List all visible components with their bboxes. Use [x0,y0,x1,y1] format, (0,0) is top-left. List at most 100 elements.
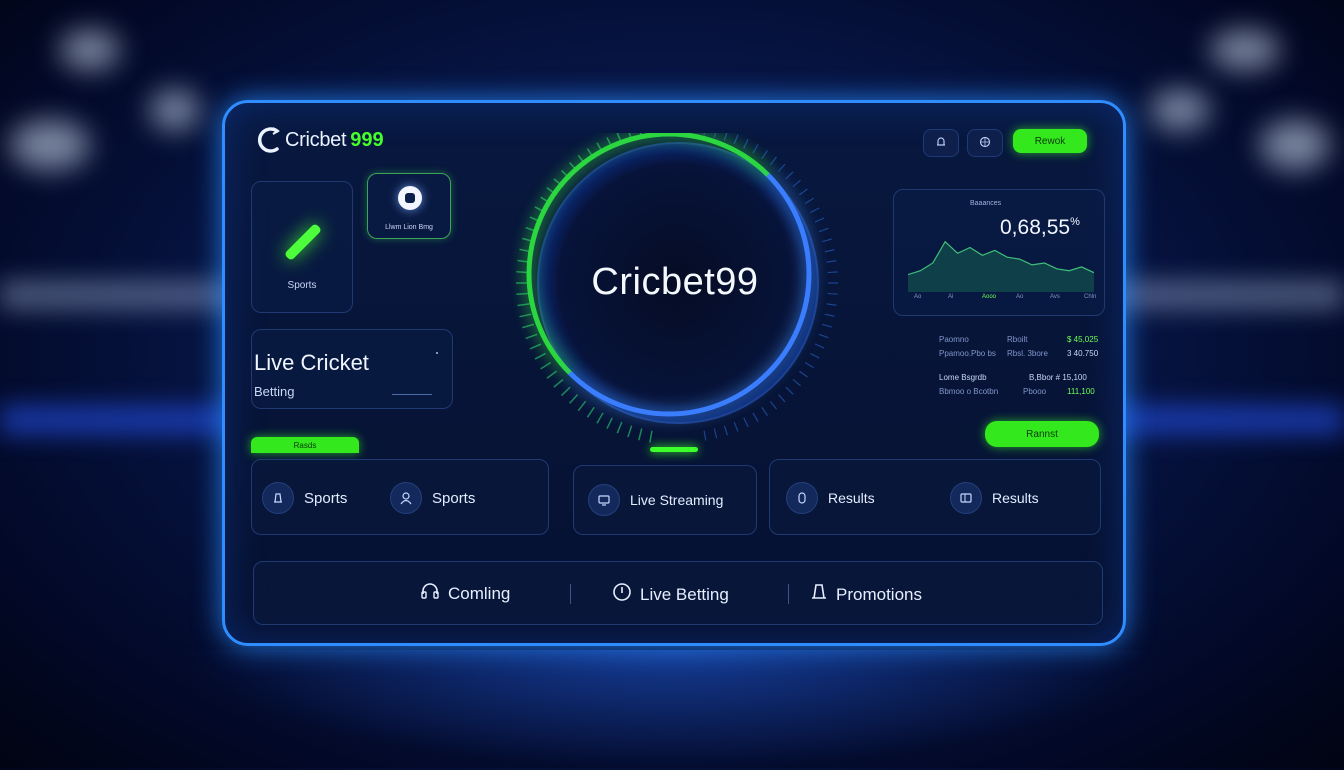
balance-area-chart [908,240,1094,292]
ring-tick [638,428,643,441]
ring-tick [733,421,739,432]
ring-tick [792,179,801,188]
ring-tick [525,333,538,340]
stat-r4-c2: Pbooo [1023,387,1047,396]
monitor-icon [588,484,620,516]
headset-icon [420,582,440,605]
main-panel: Cricbet 999 Rewok Sports Llwm Lion Bmg L… [222,100,1126,646]
ring-tick [596,412,604,424]
ring-tick [606,417,613,429]
ring-tick [769,156,777,166]
logo-c-icon [257,125,283,155]
ring-tick [814,343,825,349]
balance-chart-card[interactable]: Baaances 0,68,55% Ao Ai Aooo Ao Avs Chln [893,189,1105,316]
nav-results-1[interactable]: Results [786,482,875,514]
stat-r1-c2: Rboilt [1007,335,1028,344]
nav-results-2[interactable]: Results [950,482,1039,514]
bottom-coming[interactable]: Comling [420,582,510,605]
user-icon [390,482,422,514]
green-action-button[interactable]: Rannst [985,421,1099,447]
ring-tick [616,421,623,434]
sports-card-label: Sports [287,280,317,291]
bottom-separator [570,584,571,604]
header-green-button[interactable]: Rewok [1013,129,1087,153]
notifications-button[interactable] [923,129,959,157]
bottom-separator [788,584,789,604]
nav-sports-2[interactable]: Sports [390,482,475,514]
chart-x-labels: Ao Ai Aooo Ao Avs Chln [914,294,1096,304]
sports-card[interactable]: Sports [251,181,353,313]
ring-tick [777,394,786,403]
ring-tick [713,133,717,138]
bottom-promotions[interactable]: Promotions [810,582,922,607]
chart-x-tick-label: Ao [914,294,922,300]
bell-icon [935,136,947,151]
ring-tick [798,188,808,196]
ring-tick [577,400,587,412]
ring-tick [649,430,653,443]
stat-r2-c2: Rbsl. 3bore [1007,349,1048,358]
ring-tick [818,227,829,233]
nav-sports-1-label: Sports [304,489,348,507]
ring-tick [785,386,794,395]
stat-r1-c1: Paomno [939,335,969,344]
green-tab[interactable]: Rasds [251,437,359,453]
bottom-promotions-label: Promotions [836,584,922,604]
stat-r4-c1: Bbmoo o Bcotbn [939,387,999,396]
nav-live-streaming[interactable]: Live Streaming [588,484,723,516]
ring-tick [761,150,768,159]
results-section: Results Results [769,459,1101,535]
ring-tick [553,378,564,388]
ring-tick [586,406,595,418]
bell-icon [810,582,828,607]
ring-tick [818,333,829,339]
ring-tick [777,163,786,172]
ball-icon [398,186,422,210]
nav-sports-1[interactable]: Sports [262,482,347,514]
ring-tick [752,412,759,422]
globe-icon [979,136,991,151]
bottom-live-betting[interactable]: Live Betting [612,582,729,607]
brand-name: Cricbet [285,128,347,151]
stat-r1-c3: $ 45,025 [1067,335,1099,344]
brand-number: 999 [350,128,384,151]
live-cricket-subtitle: Betting [254,384,295,399]
card-icon [950,482,982,514]
bottom-live-betting-label: Live Betting [640,584,729,604]
ring-tick [517,303,530,307]
brand-logo[interactable]: Cricbet 999 [257,125,384,155]
featured-match-card[interactable]: Llwm Lion Bmg [367,173,451,239]
stat-r3-c1: Lome Bsgrdb [939,373,987,382]
ring-tick [761,407,768,416]
ring-tick [822,238,832,243]
ring-tick [826,303,837,306]
clock-icon [612,582,632,607]
ring-tick [785,171,794,180]
ring-tick [703,133,706,136]
chart-x-tick-label: Avs [1050,294,1060,300]
ring-tick [733,134,739,145]
chart-area-fill [908,241,1094,292]
stat-r3-c2: B,Bbor # 15,100 [1029,373,1087,382]
sports-section: Sports Sports [251,459,549,535]
nav-sports-2-label: Sports [432,489,476,507]
globe-button[interactable] [967,129,1003,157]
ring-tick [769,400,777,410]
center-title: Cricbet99 [591,261,759,303]
ring-tick [627,425,633,438]
ring-tick [810,207,820,214]
live-cricket-card[interactable]: Live Cricket Betting [251,329,453,409]
chart-x-tick-label: Ai [948,294,954,300]
ring-tick [824,313,835,317]
bell-icon [262,482,294,514]
stat-r2-c1: Ppamoo.Pbo bs [939,349,996,358]
card-divider [392,394,432,395]
ring-tick [540,361,552,370]
ring-tick [822,323,832,328]
nav-results-1-label: Results [828,490,875,506]
ring-tick [534,352,546,360]
bottom-nav-bar: Comling Live Betting Promotions [253,561,1103,625]
ring-tick [723,425,729,436]
ring-tick [569,393,579,404]
ring-tick [522,323,535,329]
